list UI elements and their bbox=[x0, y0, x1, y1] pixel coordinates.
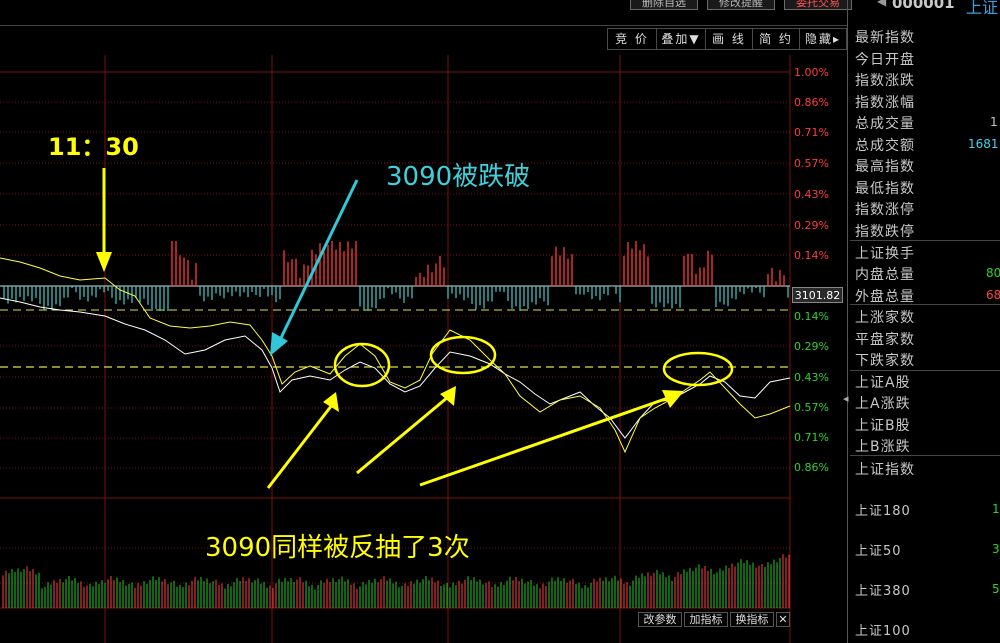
index-list-value: 1 bbox=[992, 502, 1000, 516]
time-annotation: 11：30 bbox=[48, 133, 139, 161]
side-row-value: 80 bbox=[986, 266, 1000, 280]
stock-name: 上证 bbox=[966, 0, 999, 17]
side-row-label: 下跌家数 bbox=[855, 353, 915, 369]
side-row-label: 今日开盘 bbox=[855, 52, 915, 68]
side-row-label: 外盘总量 bbox=[855, 289, 915, 305]
side-row-label: 指数涨停 bbox=[855, 202, 915, 218]
prev-arrow-icon[interactable]: ◀ bbox=[877, 0, 886, 8]
side-divider-3 bbox=[850, 370, 1000, 371]
side-row-label: 上涨家数 bbox=[855, 310, 915, 326]
time-down-arrow bbox=[96, 252, 112, 272]
index-list-item[interactable]: 上证指数 bbox=[855, 459, 915, 479]
close-indicator-icon[interactable]: ✕ bbox=[776, 612, 790, 627]
pct-label: 1.00% bbox=[794, 66, 829, 79]
side-row-label: 上证换手 bbox=[855, 246, 915, 262]
add-indicator-button[interactable]: 加指标 bbox=[684, 612, 728, 627]
side-row-label: 上证A股 bbox=[855, 375, 911, 391]
side-row-label: 内盘总量 bbox=[855, 267, 915, 283]
pct-label: 0.14% bbox=[794, 310, 829, 323]
side-row-label: 最低指数 bbox=[855, 181, 915, 197]
index-price-line bbox=[0, 297, 791, 439]
side-row-label: 上证B股 bbox=[855, 418, 911, 434]
index-list-value: 5 bbox=[992, 582, 1000, 596]
break-annotation: 3090被跌破 bbox=[386, 162, 531, 192]
pct-label: 0.57% bbox=[794, 401, 829, 414]
modify-params-button[interactable]: 改参数 bbox=[638, 612, 682, 627]
side-row-label: 最高指数 bbox=[855, 159, 915, 175]
pct-label: 0.86% bbox=[794, 96, 829, 109]
break-arrow bbox=[270, 332, 288, 356]
pct-label: 0.71% bbox=[794, 431, 829, 444]
side-row-label: 指数跌停 bbox=[855, 224, 915, 240]
side-row-label: 最新指数 bbox=[855, 30, 915, 46]
side-separator bbox=[847, 0, 848, 643]
side-row-label: 总成交额 bbox=[855, 138, 915, 154]
index-list-item[interactable]: 上证50 bbox=[855, 540, 902, 559]
side-row-value: 1 bbox=[990, 115, 998, 129]
pct-label: 0.71% bbox=[794, 126, 829, 139]
index-list-item[interactable]: 上证380 bbox=[855, 580, 911, 599]
switch-indicator-button[interactable]: 换指标 bbox=[730, 612, 774, 627]
pct-label: 0.86% bbox=[794, 461, 829, 474]
stock-code: 000001 bbox=[892, 0, 955, 12]
pct-label: 0.29% bbox=[794, 219, 829, 232]
index-list-value: 3 bbox=[992, 542, 1000, 556]
side-row-value: 1681 bbox=[968, 137, 999, 151]
side-row-label: 总成交量 bbox=[855, 116, 915, 132]
center-price-tag: 3101.82 bbox=[792, 287, 843, 303]
collapse-arrow-icon[interactable]: ◂ bbox=[843, 392, 849, 405]
pct-label: 0.57% bbox=[794, 157, 829, 170]
side-row-label: 指数涨幅 bbox=[855, 95, 915, 111]
side-row-label: 上A涨跌 bbox=[855, 396, 911, 412]
pct-label: 0.43% bbox=[794, 188, 829, 201]
pct-label: 0.14% bbox=[794, 249, 829, 262]
rebound-circle-3 bbox=[662, 351, 734, 387]
pct-label: 0.29% bbox=[794, 340, 829, 353]
side-row-label: 指数涨跌 bbox=[855, 73, 915, 89]
index-list-item[interactable]: 上证180 bbox=[855, 500, 911, 519]
reverse-annotation: 3090同样被反抽了3次 bbox=[205, 533, 470, 563]
side-row-label: 上B涨跌 bbox=[855, 439, 911, 455]
rebound-arrow-1 bbox=[323, 392, 339, 412]
pct-label: 0.43% bbox=[794, 371, 829, 384]
rebound-circle-1 bbox=[333, 342, 391, 388]
index-list-item[interactable]: 上证100 bbox=[855, 620, 911, 639]
side-row-label: 平盘家数 bbox=[855, 332, 915, 348]
side-row-value: 68 bbox=[986, 288, 1000, 302]
